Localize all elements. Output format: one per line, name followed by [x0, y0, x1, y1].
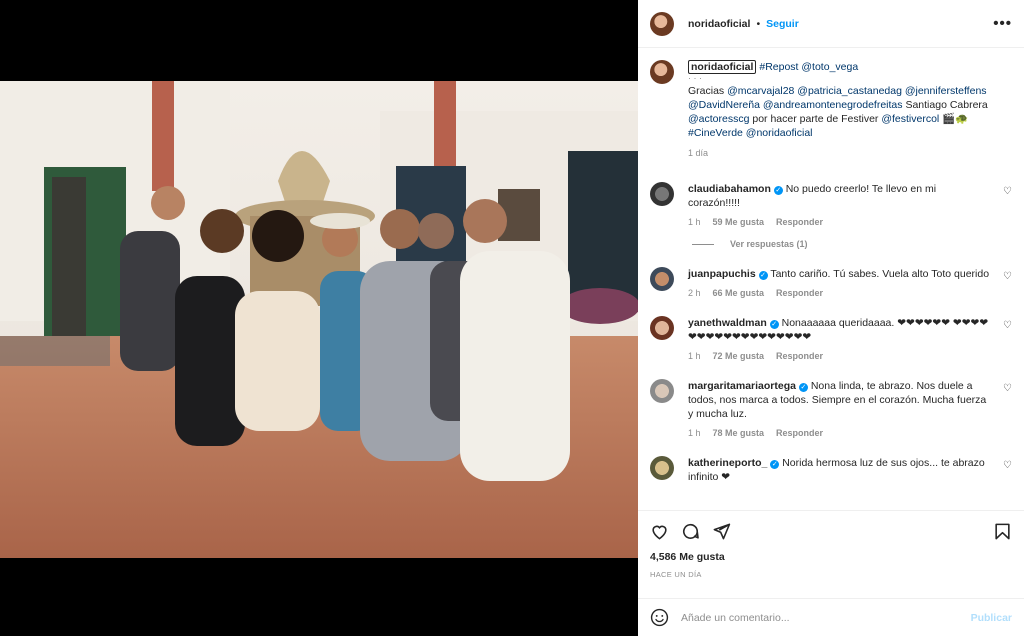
reply-button[interactable]: Responder — [776, 426, 823, 440]
add-comment-bar: Publicar — [638, 598, 1024, 636]
caption-avatar[interactable] — [650, 60, 674, 84]
separator-dot: • — [756, 17, 761, 30]
comment-item: juanpapuchis ✓ Tanto cariño. Tú sabes. V… — [638, 267, 1024, 300]
caption-text: por hacer parte de Festiver — [752, 113, 879, 125]
comment-item: claudiabahamon ✓ No puedo creerlo! Te ll… — [638, 182, 1024, 229]
owner-username[interactable]: noridaoficial — [688, 18, 750, 30]
mention-actores[interactable]: @actoresscg — [688, 113, 749, 125]
hashtag-cineverde[interactable]: #CineVerde — [688, 127, 743, 139]
more-horizontal-icon[interactable]: ••• — [993, 15, 1012, 32]
caption-mentions-2[interactable]: @DavidNereña @andreamontenegrodefreitas — [688, 99, 903, 111]
share-send-icon[interactable] — [712, 522, 731, 541]
post-header: noridaoficial • Seguir ••• — [638, 0, 1024, 48]
commenter-username[interactable]: katherineporto_ — [688, 457, 767, 469]
view-replies-label[interactable]: Ver respuestas (1) — [730, 239, 808, 249]
commenter-username[interactable]: claudiabahamon — [688, 183, 771, 195]
caption-thanks: Gracias — [688, 85, 725, 97]
comment-time: 2 h — [688, 288, 701, 298]
comment-like-heart-icon[interactable]: ♡ — [1003, 271, 1012, 282]
post-age: HACE UN DÍA — [650, 570, 702, 579]
verified-badge-icon: ✓ — [758, 271, 768, 280]
commenter-avatar[interactable] — [650, 267, 674, 291]
comment-likes[interactable]: 72 Me gusta — [713, 349, 765, 363]
emoji-icon[interactable] — [650, 608, 669, 627]
caption-time: 1 día — [688, 148, 709, 158]
replies-line — [692, 243, 714, 245]
comment-item: katherineporto_ ✓ Norida hermosa luz de … — [638, 456, 1024, 484]
mention-festiver[interactable]: @festivercol — [881, 113, 939, 125]
caption-dots: · · · — [688, 73, 702, 83]
verified-badge-icon: ✓ — [798, 383, 808, 392]
like-count[interactable]: 4,586 Me gusta — [650, 551, 1012, 563]
post-media — [0, 0, 638, 636]
caption-mentions-1[interactable]: @mcarvajal28 @patricia_castanedag @jenni… — [727, 85, 986, 97]
comment-text: Tanto cariño. Tú sabes. Vuela alto Toto … — [770, 268, 990, 280]
commenter-avatar[interactable] — [650, 379, 674, 403]
mention-repost-user[interactable]: @toto_vega — [801, 61, 858, 73]
save-bookmark-icon[interactable] — [993, 522, 1012, 541]
verified-badge-icon: ✓ — [770, 460, 780, 469]
comment-like-heart-icon[interactable]: ♡ — [1003, 186, 1012, 197]
comment-icon[interactable] — [681, 522, 700, 541]
caption: noridaoficial #Repost @toto_vega · · · G… — [638, 60, 1024, 160]
caption-emojis: 🎬🐢 — [942, 113, 969, 125]
follow-button[interactable]: Seguir — [766, 18, 799, 30]
reply-button[interactable]: Responder — [776, 286, 823, 300]
reply-button[interactable]: Responder — [776, 215, 823, 229]
comment-item: margaritamariaortega ✓ Nona linda, te ab… — [638, 379, 1024, 440]
caption-plain-name: Santiago Cabrera — [905, 99, 988, 111]
comment-likes[interactable]: 78 Me gusta — [713, 426, 765, 440]
like-heart-icon[interactable] — [650, 522, 669, 541]
comment-likes[interactable]: 66 Me gusta — [713, 286, 765, 300]
owner-avatar[interactable] — [650, 11, 674, 36]
verified-badge-icon: ✓ — [773, 186, 783, 195]
verified-badge-icon: ✓ — [769, 320, 779, 329]
commenter-username[interactable]: juanpapuchis — [688, 268, 756, 280]
comment-time: 1 h — [688, 351, 701, 361]
comment-item: yanethwaldman ✓ Nonaaaaaa queridaaaa. ❤❤… — [638, 316, 1024, 363]
mention-self[interactable]: @noridaoficial — [746, 127, 813, 139]
view-replies[interactable]: Ver respuestas (1) — [692, 239, 1024, 249]
comment-input[interactable] — [681, 611, 971, 624]
comment-likes[interactable]: 59 Me gusta — [713, 215, 765, 229]
post-photo[interactable] — [0, 81, 638, 558]
comment-like-heart-icon[interactable]: ♡ — [1003, 320, 1012, 331]
commenter-avatar[interactable] — [650, 316, 674, 340]
comment-time: 1 h — [688, 428, 701, 438]
commenter-username[interactable]: margaritamariaortega — [688, 380, 796, 392]
reply-button[interactable]: Responder — [776, 349, 823, 363]
commenter-avatar[interactable] — [650, 182, 674, 206]
comment-time: 1 h — [688, 217, 701, 227]
comment-like-heart-icon[interactable]: ♡ — [1003, 383, 1012, 394]
hashtag-repost[interactable]: #Repost — [759, 61, 798, 73]
post-details-panel: noridaoficial • Seguir ••• noridaoficial… — [638, 0, 1024, 636]
comments-scroll[interactable]: noridaoficial #Repost @toto_vega · · · G… — [638, 48, 1024, 510]
publish-button[interactable]: Publicar — [971, 612, 1012, 624]
caption-username[interactable]: noridaoficial — [688, 60, 757, 74]
commenter-avatar[interactable] — [650, 456, 674, 480]
comment-like-heart-icon[interactable]: ♡ — [1003, 460, 1012, 471]
post-actions: 4,586 Me gusta HACE UN DÍA — [638, 510, 1024, 579]
group-photo-image — [0, 81, 638, 558]
commenter-username[interactable]: yanethwaldman — [688, 317, 767, 329]
